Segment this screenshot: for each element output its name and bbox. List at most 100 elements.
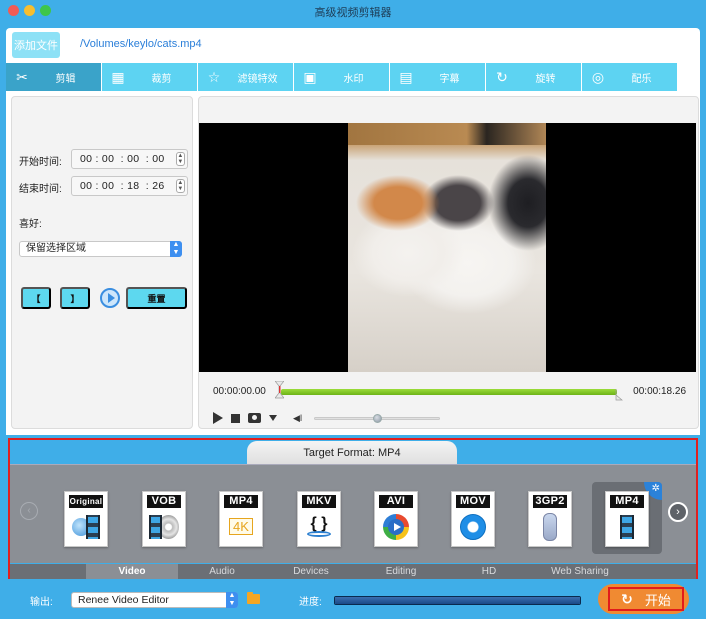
tab-crop[interactable]: ▦ 裁剪 [102,63,198,91]
start-button[interactable]: ↻ 开始 [598,584,689,614]
tab-label: 剪辑 [55,73,76,85]
start-label: 开始 [644,592,671,608]
chevron-updown-icon: ▲ ▼ [170,241,182,257]
format-mp4[interactable]: MP4 [605,491,649,547]
video-preview[interactable] [199,123,696,372]
tab-rotate[interactable]: ↻ 旋转 [486,63,582,91]
tab-watermark[interactable]: ▣ 水印 [294,63,390,91]
tab-label: 滤镜特效 [237,73,278,85]
end-time-stepper[interactable]: ▲ ▼ [176,179,185,193]
format-label: 3GP2 [533,495,567,508]
category-devices[interactable]: Devices [265,564,357,579]
format-label: MKV [302,495,336,508]
bottom-bar: 输出: Renee Video Editor ▲ ▼ 进度: ↻ 开始 [0,581,706,619]
start-time-field[interactable]: 00 : 00 : 00 : 00 ▲ ▼ [71,149,188,169]
preview-panel: 00:00:00.00 00:00:18.26 ◀ǀ [198,96,699,429]
file-bar: 添加文件 /Volumes/keylo/cats.mp4 [6,28,700,63]
start-time-label: 开始时间: [19,157,62,168]
format-mp4-4k[interactable]: MP4 4K [219,491,263,547]
selection-bar[interactable] [281,389,617,395]
volume-knob[interactable] [373,413,383,423]
add-file-button[interactable]: 添加文件 [12,32,60,58]
window-title: 高级视频剪辑器 [314,7,392,19]
format-label: MP4 [610,495,644,508]
end-time-field[interactable]: 00 : 00 : 18 : 26 ▲ ▼ [71,176,188,196]
title-bar: 高级视频剪辑器 [0,0,706,22]
category-web-sharing[interactable]: Web Sharing [534,564,626,579]
category-video[interactable]: Video [86,564,178,579]
video-frame-background [348,123,546,145]
mark-out-button[interactable]: 】 [60,287,90,309]
4k-icon: 4K [226,511,256,542]
tab-label: 字幕 [439,73,460,85]
format-mov[interactable]: MOV [451,491,495,547]
format-label: Original [69,495,103,508]
reset-button[interactable]: 重置 [126,287,187,309]
format-vob[interactable]: VOB [142,491,186,547]
tabs-filler [678,63,700,91]
trim-panel: 开始时间: 00 : 00 : 00 : 00 ▲ ▼ 结束时间: 00 : 00… [11,96,193,429]
preview-play-button[interactable] [100,288,120,308]
format-label: MOV [456,495,490,508]
start-time-stepper[interactable]: ▲ ▼ [176,152,185,166]
quicktime-icon [458,511,488,542]
end-handle[interactable] [615,389,623,401]
player-controls: ◀ǀ [213,411,441,425]
timeline: 00:00:00.00 00:00:18.26 [199,379,696,401]
end-time-value: 00 : 00 : 18 : 26 [80,180,165,192]
tab-filters[interactable]: ☆ 滤镜特效 [198,63,294,91]
mark-in-button[interactable]: 【 [21,287,51,309]
progress-bar [334,596,581,605]
volume-slider[interactable] [314,413,441,423]
media-player-icon [381,511,411,542]
format-label: AVI [379,495,413,508]
chevron-left-icon[interactable]: ‹ [20,502,38,520]
format-label: MP4 [224,495,258,508]
format-original[interactable]: Original [64,491,108,547]
format-label: VOB [147,495,181,508]
category-editing[interactable]: Editing [355,564,447,579]
category-audio[interactable]: Audio [176,564,268,579]
tab-label: 裁剪 [151,73,172,85]
app-window: 高级视频剪辑器 添加文件 /Volumes/keylo/cats.mp4 ✂ 剪… [0,0,706,619]
matroska-braces: { } [310,514,328,532]
preference-value: 保留选择区域 [26,243,86,254]
start-time-value: 00 : 00 : 00 : 00 [80,153,165,165]
end-time-label: 结束时间: [19,184,62,195]
preference-select[interactable]: 保留选择区域 ▲ ▼ [19,241,182,257]
tab-subtitle[interactable]: ▤ 字幕 [390,63,486,91]
start-handle[interactable] [275,381,284,399]
folder-icon[interactable] [247,592,260,604]
output-select[interactable]: Renee Video Editor ▲ ▼ [71,592,238,608]
matroska-icon: { } [304,511,334,542]
chevron-updown-icon: ▲ ▼ [226,592,238,608]
disc-film-icon [149,511,179,542]
phone-icon [535,511,565,542]
chevron-right-icon[interactable]: › [668,502,688,522]
progress-label: 进度: [299,597,322,608]
volume-icon: ◀ǀ [293,412,303,423]
play-icon[interactable] [213,412,223,424]
globe-film-icon [71,511,101,542]
tab-music[interactable]: ◎ 配乐 [582,63,678,91]
format-avi[interactable]: AVI [374,491,418,547]
tab-trim[interactable]: ✂ 剪辑 [6,63,102,91]
file-path: /Volumes/keylo/cats.mp4 [80,38,202,50]
tab-label: 配乐 [631,73,652,85]
refresh-icon: ↻ [621,590,633,607]
end-time: 00:00:18.26 [633,386,686,397]
progress-fill [335,597,580,604]
snapshot-icon[interactable] [248,413,261,423]
tool-tabs: ✂ 剪辑 ▦ 裁剪 ☆ 滤镜特效 ▣ 水印 ▤ 字幕 ↻ 旋转 ◎ 配乐 [6,63,700,91]
dropdown-icon[interactable] [269,415,277,421]
format-panel: Target Format: MP4 ‹ ✲ Original VOB MP4 … [8,438,698,579]
preference-label: 喜好: [19,219,42,230]
format-3gp2[interactable]: 3GP2 [528,491,572,547]
output-label: 输出: [30,597,53,608]
format-mkv[interactable]: MKV { } [297,491,341,547]
tab-label: 水印 [343,73,364,85]
video-frame [348,123,546,372]
stop-icon[interactable] [231,413,240,423]
4k-badge: 4K [229,518,253,535]
category-hd[interactable]: HD [443,564,535,579]
